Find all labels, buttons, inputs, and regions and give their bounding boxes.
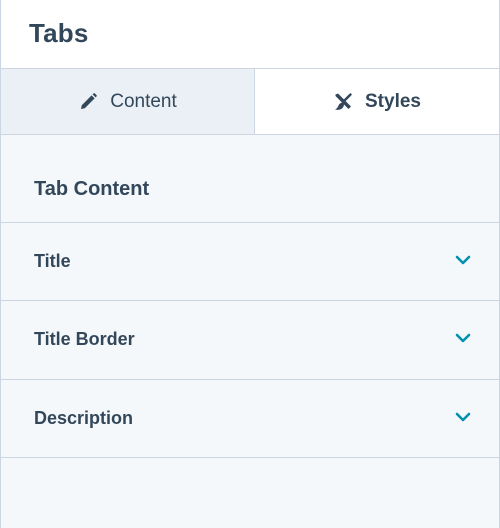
tab-content[interactable]: Content	[0, 69, 255, 134]
page-title: Tabs	[29, 18, 89, 48]
chevron-down-icon[interactable]	[455, 254, 471, 266]
divider	[1, 457, 499, 458]
chevron-down-icon[interactable]	[455, 411, 471, 423]
accordion-row-label: Title	[34, 251, 71, 271]
tab-bar: Content Styles	[0, 69, 500, 135]
chevron-down-icon[interactable]	[455, 332, 471, 344]
tab-content-label: Content	[110, 90, 177, 112]
tab-styles-label: Styles	[365, 90, 421, 112]
brush-ruler-icon	[335, 92, 352, 110]
accordion-row-title-border[interactable]: Title Border	[1, 300, 499, 378]
tab-styles[interactable]: Styles	[255, 69, 500, 134]
accordion-row-description[interactable]: Description	[1, 379, 499, 457]
accordion-row-title[interactable]: Title	[1, 222, 499, 300]
accordion-row-label: Description	[34, 408, 134, 428]
accordion-row-label: Title Border	[34, 329, 135, 349]
pencil-icon	[81, 92, 98, 109]
content-panel: Tab Content Title Title Border Descripti…	[0, 135, 500, 528]
panel-header: Tabs	[0, 0, 500, 69]
section-heading: Tab Content	[34, 178, 150, 200]
